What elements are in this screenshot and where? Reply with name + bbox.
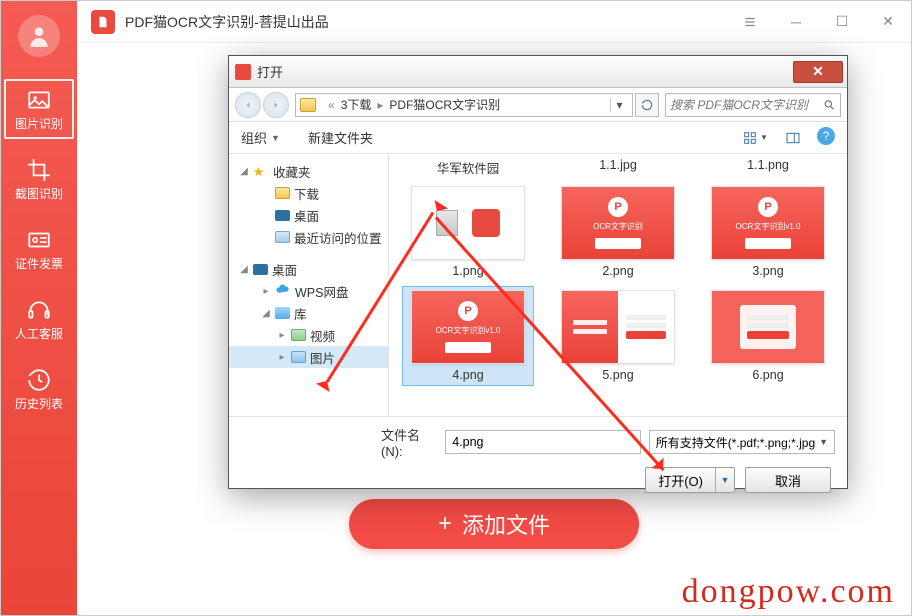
id-card-icon [26, 227, 52, 253]
app-window: 图片识别 截图识别 证件发票 人工客服 历史列表 PDF猫OCR文字识别-菩提山… [0, 0, 912, 616]
dialog-bottom: 文件名(N): 所有支持文件(*.pdf;*.png;*.jpg ▼ 打开(O)… [229, 416, 847, 490]
grid-icon [742, 130, 758, 146]
preview-pane-button[interactable] [779, 127, 807, 149]
file-label[interactable]: 华军软件园 [403, 158, 533, 177]
tree-desktop[interactable]: ◢桌面 [229, 258, 388, 280]
sidebar-item-screenshot-ocr[interactable]: 截图识别 [1, 149, 77, 209]
sidebar-item-support[interactable]: 人工客服 [1, 289, 77, 349]
app-logo [91, 10, 115, 34]
menu-icon [743, 15, 757, 29]
plus-icon: + [438, 510, 452, 538]
minimize-button[interactable]: ─ [773, 1, 819, 43]
file-name: 4.png [452, 368, 483, 382]
chevron-down-icon[interactable]: ▼ [716, 475, 734, 485]
dialog-titlebar[interactable]: 打开 ✕ [229, 56, 847, 88]
chevron-down-icon: ▼ [271, 133, 280, 143]
crop-icon [26, 157, 52, 183]
headset-icon [26, 297, 52, 323]
panel-icon [785, 130, 801, 146]
tree-recent[interactable]: 最近访问的位置 [229, 226, 388, 248]
tree-videos[interactable]: ▸视频 [229, 324, 388, 346]
breadcrumb-seg[interactable]: 3下载 [341, 96, 372, 113]
tree-wps[interactable]: ▸WPS网盘 [229, 280, 388, 302]
dialog-toolbar: 组织▼ 新建文件夹 ▼ ? [229, 122, 847, 154]
tree-favorites[interactable]: ◢★收藏夹 [229, 160, 388, 182]
file-open-dialog: 打开 ✕ « 3下载 ▸ PDF猫OCR文字识别 ▾ [228, 55, 848, 489]
search-input[interactable] [670, 98, 819, 112]
help-button[interactable]: ? [817, 127, 835, 145]
breadcrumb-seg[interactable]: PDF猫OCR文字识别 [389, 96, 500, 113]
file-grid: 华军软件园 1.1.jpg 1.1.png 1.png POCR文字识别 2.p… [389, 154, 847, 416]
dialog-close-button[interactable]: ✕ [793, 61, 843, 83]
filename-label: 文件名(N): [381, 425, 437, 459]
arrow-left-icon [242, 99, 254, 111]
file-thumbnail [561, 290, 675, 364]
folder-tree: ◢★收藏夹 下载 桌面 最近访问的位置 ◢桌面 ▸WPS网盘 ◢库 ▸视频 ▸图… [229, 154, 389, 416]
user-avatar[interactable] [18, 15, 60, 57]
file-name: 6.png [752, 368, 783, 382]
folder-icon [300, 98, 316, 112]
nav-back-button[interactable] [235, 92, 261, 118]
file-label[interactable]: 1.1.png [703, 158, 833, 177]
sidebar-item-id-invoice[interactable]: 证件发票 [1, 219, 77, 279]
nav-forward-button[interactable] [263, 92, 289, 118]
sidebar-item-image-ocr[interactable]: 图片识别 [4, 79, 74, 139]
chevron-down-icon: ▼ [819, 437, 828, 447]
file-item[interactable]: POCR文字识别v1.0 3.png [703, 183, 833, 281]
filename-input[interactable] [445, 430, 641, 454]
settings-button[interactable] [727, 1, 773, 43]
app-title: PDF猫OCR文字识别-菩提山出品 [125, 12, 329, 32]
search-icon [823, 98, 836, 112]
file-thumbnail: POCR文字识别 [561, 186, 675, 260]
file-thumbnail [711, 290, 825, 364]
arrow-right-icon [270, 99, 282, 111]
file-thumbnail: POCR文字识别v1.0 [711, 186, 825, 260]
window-controls: ─ ☐ ✕ [727, 1, 911, 43]
sidebar-item-label: 历史列表 [15, 395, 63, 412]
view-mode-button[interactable]: ▼ [741, 127, 769, 149]
file-name: 2.png [602, 264, 633, 278]
maximize-button[interactable]: ☐ [819, 1, 865, 43]
organize-button[interactable]: 组织▼ [241, 128, 280, 147]
image-icon [26, 87, 52, 113]
tree-desktop-fav[interactable]: 桌面 [229, 204, 388, 226]
history-icon [26, 367, 52, 393]
tree-pictures[interactable]: ▸图片 [229, 346, 388, 368]
cancel-button[interactable]: 取消 [745, 467, 831, 493]
add-file-label: 添加文件 [462, 508, 550, 540]
sidebar: 图片识别 截图识别 证件发票 人工客服 历史列表 [1, 1, 77, 615]
sidebar-item-label: 人工客服 [15, 325, 63, 342]
search-box[interactable] [665, 93, 841, 117]
file-type-filter[interactable]: 所有支持文件(*.pdf;*.png;*.jpg ▼ [649, 430, 835, 454]
sidebar-item-label: 图片识别 [15, 115, 63, 132]
tree-downloads[interactable]: 下载 [229, 182, 388, 204]
watermark: dongpow.com [682, 573, 895, 611]
sidebar-item-label: 截图识别 [15, 185, 63, 202]
sidebar-item-history[interactable]: 历史列表 [1, 359, 77, 419]
close-button[interactable]: ✕ [865, 1, 911, 43]
sidebar-item-label: 证件发票 [15, 255, 63, 272]
dialog-title: 打开 [257, 62, 283, 81]
file-item[interactable]: POCR文字识别 2.png [553, 183, 683, 281]
refresh-button[interactable] [635, 93, 659, 117]
file-item[interactable]: 6.png [703, 287, 833, 385]
refresh-icon [640, 98, 654, 112]
file-name: 3.png [752, 264, 783, 278]
file-label[interactable]: 1.1.jpg [553, 158, 683, 177]
file-name: 5.png [602, 368, 633, 382]
address-dropdown[interactable]: ▾ [610, 98, 628, 112]
dialog-app-icon [235, 64, 251, 80]
new-folder-button[interactable]: 新建文件夹 [308, 128, 373, 147]
file-thumbnail: POCR文字识别v1.0 [411, 290, 525, 364]
dialog-nav: « 3下载 ▸ PDF猫OCR文字识别 ▾ [229, 88, 847, 122]
titlebar: PDF猫OCR文字识别-菩提山出品 ─ ☐ ✕ [1, 1, 911, 43]
address-bar[interactable]: « 3下载 ▸ PDF猫OCR文字识别 ▾ [295, 93, 633, 117]
add-file-button[interactable]: + 添加文件 [349, 499, 639, 549]
close-icon: ✕ [812, 63, 824, 80]
